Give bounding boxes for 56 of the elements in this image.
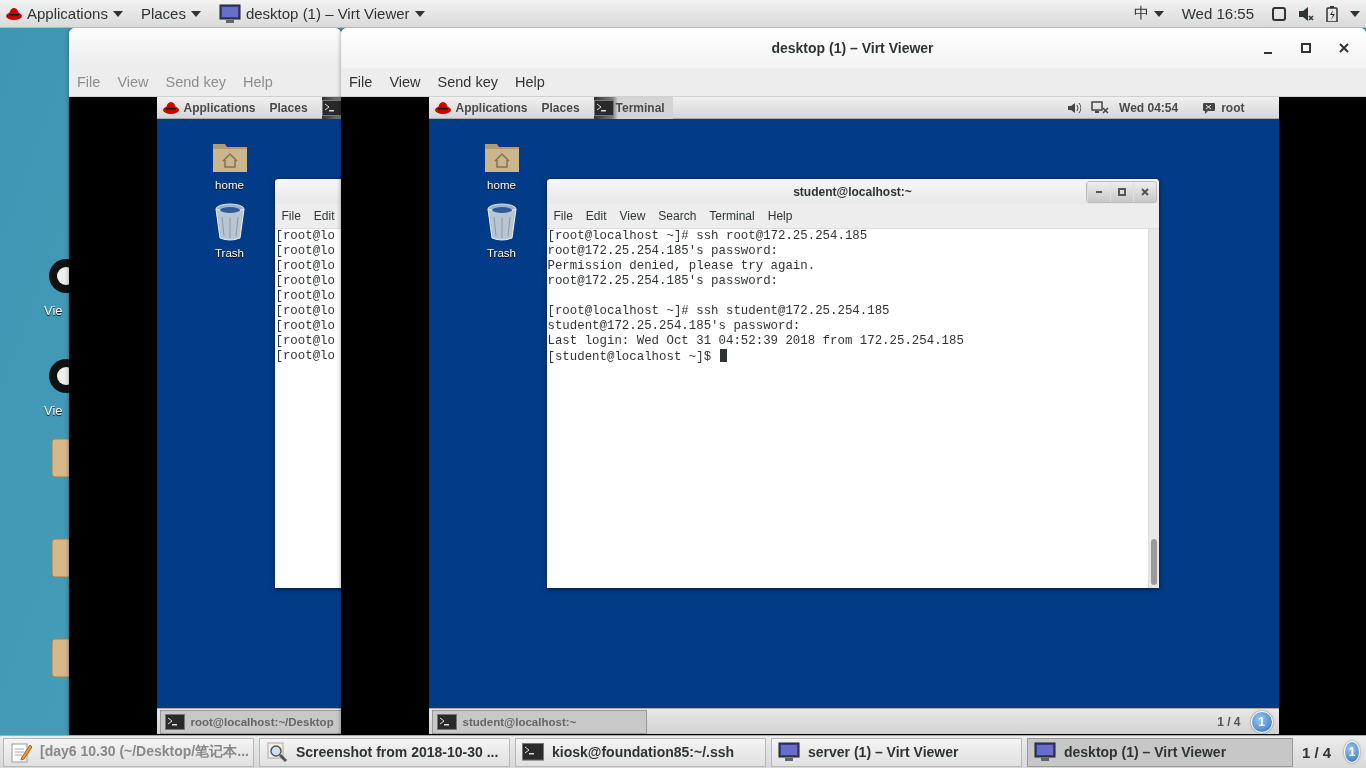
menu-button[interactable]: Applications [6, 5, 123, 22]
terminal-line: root@172.25.254.185's password: [547, 274, 778, 288]
menu-item[interactable]: View [389, 74, 421, 90]
user-menu-button[interactable]: root [1202, 100, 1245, 115]
workspace-indicator[interactable]: 1 / 4 [1302, 743, 1332, 761]
taskbar-button[interactable]: server (1) – Virt Viewer [771, 737, 1022, 767]
menu-item[interactable]: Edit [313, 209, 335, 223]
menu-button[interactable]: Places [269, 100, 308, 115]
menu-button[interactable]: Applications [434, 100, 528, 115]
menu-button[interactable]: Places [541, 100, 580, 115]
terminal-line: [root@lo [275, 319, 335, 333]
menu-item[interactable]: File [349, 74, 373, 90]
menu-item[interactable]: Send key [437, 74, 498, 90]
terminal-line: [root@lo [275, 259, 335, 273]
terminal-line: [root@lo [275, 334, 335, 348]
terminal-line: [student@localhost ~]$ [547, 350, 712, 364]
workspace-indicator[interactable]: 1 / 4 [1217, 714, 1241, 729]
terminal-line: [root@lo [275, 289, 335, 303]
taskbar-button[interactable]: kiosk@foundation85:~/.ssh [515, 737, 766, 767]
clock-button[interactable]: Wed 04:54 [1119, 100, 1179, 115]
terminal-line: [root@localhost ~]# ssh student@172.25.254.185 [547, 304, 890, 318]
terminal-line: [root@lo [275, 229, 335, 243]
menu-button[interactable]: Applications [162, 100, 256, 115]
terminal-line: [root@lo [275, 274, 335, 288]
icon-label: Trash [487, 247, 516, 259]
icon-label: Vie [44, 403, 63, 418]
window-list-button[interactable]: Terminal [593, 96, 673, 119]
taskbar-button[interactable]: Screenshot from 2018-10-30 ... [259, 737, 510, 767]
terminal-line: [root@lo [275, 304, 335, 318]
icon-label: home [487, 179, 516, 191]
taskbar-button[interactable]: student@localhost:~ [431, 709, 647, 734]
icon-label: home [215, 179, 244, 191]
menu-button[interactable]: Places [140, 5, 201, 22]
clock-button[interactable]: Wed 16:55 [1181, 5, 1254, 22]
window-title: desktop (1) – Virt Viewer [771, 40, 934, 56]
terminal-line: [root@lo [275, 244, 335, 258]
menu-item[interactable]: Search [658, 209, 697, 223]
menu-item[interactable]: Terminal [709, 209, 755, 223]
taskbar-button[interactable]: desktop (1) – Virt Viewer [1027, 737, 1293, 767]
menu-item[interactable]: Help [767, 209, 793, 223]
terminal-line: Last login: Wed Oct 31 04:52:39 2018 from 172.25.254.185 [547, 334, 964, 348]
terminal-line: [root@localhost ~]# ssh root@172.25.254.185 [547, 229, 868, 243]
terminal-line: [root@lo [275, 349, 335, 363]
input-method-button[interactable]: 中 [1133, 4, 1164, 23]
app-menu-button[interactable]: desktop (1) – Virt Viewer [218, 3, 425, 24]
window-title: student@localhost:~ [793, 184, 912, 199]
terminal-line: Permission denied, please try again. [547, 259, 816, 273]
menu-item[interactable]: File [553, 209, 573, 223]
icon-label: Vie [44, 303, 63, 318]
menu-item[interactable]: File [281, 209, 301, 223]
menu-item[interactable]: Help [515, 74, 545, 90]
menu-item[interactable]: View [619, 209, 646, 223]
terminal-line: root@172.25.254.185's password: [547, 244, 778, 258]
icon-label: Trash [215, 247, 244, 259]
menu-item[interactable]: Edit [585, 209, 607, 223]
terminal-line: student@172.25.254.185's password: [547, 319, 801, 333]
